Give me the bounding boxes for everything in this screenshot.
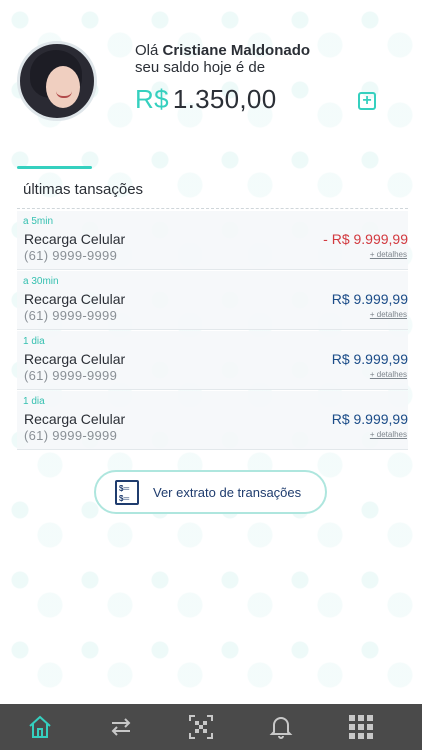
transaction-row[interactable]: a 30min Recarga Celular (61) 9999-9999 R…: [17, 271, 408, 330]
transaction-amount: - R$ 9.999,99: [323, 231, 408, 247]
transaction-title: Recarga Celular: [24, 351, 126, 367]
view-statement-button[interactable]: $═ $═ Ver extrato de transações: [94, 470, 327, 514]
details-link[interactable]: + detalhes: [370, 250, 407, 259]
details-link[interactable]: + detalhes: [370, 430, 407, 439]
nav-menu[interactable]: [331, 704, 391, 750]
transaction-amount: R$ 9.999,99: [331, 291, 408, 307]
plus-square-icon: +: [362, 92, 372, 109]
view-statement-label: Ver extrato de transações: [153, 485, 302, 500]
details-link[interactable]: + detalhes: [370, 370, 407, 379]
add-balance-button[interactable]: +: [358, 92, 376, 110]
balance-caption: seu saldo hoje é de: [135, 59, 266, 76]
nav-transfer[interactable]: [91, 704, 151, 750]
transaction-amount: R$ 9.999,99: [331, 411, 408, 427]
balance-amount: R$ 1.350,00: [135, 84, 276, 115]
balance-value: 1.350,00: [172, 84, 277, 114]
transfer-arrows-icon: [111, 718, 131, 736]
balance-header: Olá Cristiane Maldonado seu saldo hoje é…: [0, 0, 422, 175]
transaction-amount: R$ 9.999,99: [331, 351, 408, 367]
transaction-phone: (61) 9999-9999: [24, 428, 118, 443]
currency-symbol: R$: [135, 84, 169, 114]
transaction-time: 1 dia: [23, 396, 45, 407]
avatar[interactable]: [17, 41, 97, 121]
bell-icon: [269, 717, 293, 739]
transaction-time: 1 dia: [23, 336, 45, 347]
home-icon: [29, 715, 51, 738]
active-tab-indicator: [17, 166, 92, 169]
nav-notifications[interactable]: [251, 704, 311, 750]
transaction-time: a 30min: [23, 276, 59, 287]
qr-code-icon: [189, 715, 213, 739]
section-divider: [17, 208, 408, 209]
details-link[interactable]: + detalhes: [370, 310, 407, 319]
bottom-nav: [0, 704, 422, 750]
transaction-row[interactable]: 1 dia Recarga Celular (61) 9999-9999 R$ …: [17, 331, 408, 390]
nav-home[interactable]: [10, 704, 70, 750]
transaction-title: Recarga Celular: [24, 291, 126, 307]
grid-menu-icon: [349, 715, 373, 739]
transaction-phone: (61) 9999-9999: [24, 308, 118, 323]
nav-qr-code[interactable]: [171, 704, 231, 750]
greeting-prefix: Olá: [135, 42, 159, 59]
transaction-title: Recarga Celular: [24, 231, 126, 247]
transaction-row[interactable]: 1 dia Recarga Celular (61) 9999-9999 R$ …: [17, 391, 408, 450]
transaction-row[interactable]: a 5min Recarga Celular (61) 9999-9999 - …: [17, 211, 408, 270]
transaction-phone: (61) 9999-9999: [24, 368, 118, 383]
transaction-phone: (61) 9999-9999: [24, 248, 118, 263]
section-title: últimas tansações: [23, 181, 144, 198]
user-name: Cristiane Maldonado: [162, 42, 311, 59]
transaction-time: a 5min: [23, 216, 54, 227]
transaction-title: Recarga Celular: [24, 411, 126, 427]
statement-document-icon: $═ $═: [115, 480, 139, 505]
greeting: Olá Cristiane Maldonado seu saldo hoje é…: [135, 42, 310, 76]
transaction-list: a 5min Recarga Celular (61) 9999-9999 - …: [17, 211, 408, 451]
avatar-face: [46, 66, 80, 108]
